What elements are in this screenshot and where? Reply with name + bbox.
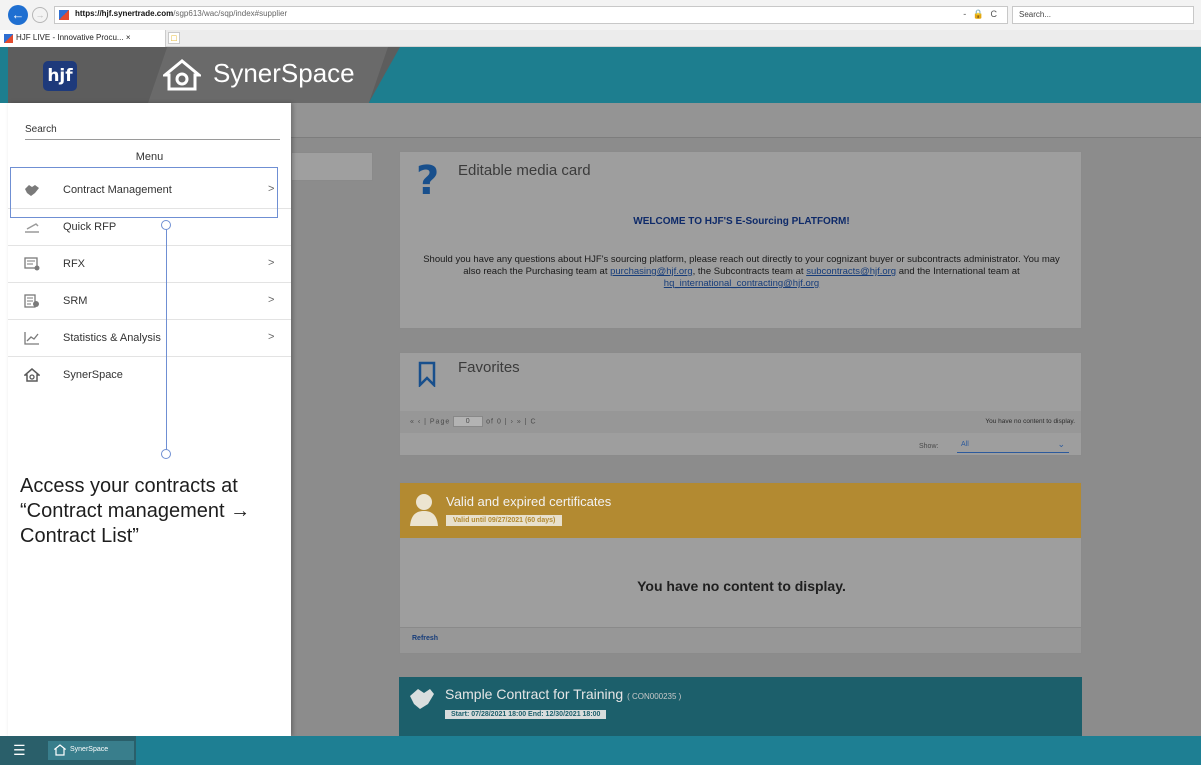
menu-heading: Menu (135, 151, 164, 163)
contract-title: Sample Contract for Training ( CON000235… (445, 686, 682, 702)
chevron-down-icon: ⌄ (1057, 439, 1065, 449)
callout-instruction-text: Access your contracts at “Contract manag… (20, 475, 251, 547)
callout-dot-bottom (161, 449, 171, 459)
person-icon (410, 494, 438, 526)
chart-icon (24, 332, 39, 345)
menu-item-label: RFX (63, 258, 85, 270)
site-favicon-icon (59, 10, 69, 20)
show-select-value: All (961, 441, 969, 448)
pager-label: Page (429, 418, 451, 426)
favorites-pager: « ‹ | Page 0 of 0 | › » | C You have no … (400, 411, 1081, 433)
pager-controls[interactable]: « ‹ | Page 0 of 0 | › » | C (410, 416, 537, 427)
contract-code: ( CON000235 ) (627, 692, 682, 701)
menu-item-statistics-analysis[interactable]: Statistics & Analysis > (8, 320, 291, 357)
contract-management-highlight (10, 167, 278, 218)
favorites-card: Favorites « ‹ | Page 0 of 0 | › » | C Yo… (399, 352, 1082, 456)
url-text: https://hjf.synertrade.com/sgp613/wac/sq… (75, 9, 288, 18)
welcome-heading: WELCOME TO HJF'S E-Sourcing PLATFORM! (633, 216, 850, 227)
chevron-right-icon: > (268, 331, 275, 343)
app-header: hjf SynerSpace (0, 47, 1201, 103)
home-icon[interactable] (163, 59, 201, 91)
chevron-right-icon: > (268, 294, 275, 306)
show-select[interactable]: All ⌄ (957, 439, 1069, 453)
browser-tab-row: HJF LIVE - Innovative Procu... × □ (0, 30, 1201, 47)
address-bar[interactable]: https://hjf.synertrade.com/sgp613/wac/sq… (54, 6, 1008, 24)
menu-item-synerspace[interactable]: SynerSpace (8, 357, 291, 394)
menu-item-rfx[interactable]: RFX > (8, 246, 291, 283)
forward-arrow-icon[interactable]: → (32, 7, 48, 23)
taskbar-app-label: SynerSpace (70, 746, 109, 753)
browser-search-input[interactable]: Search... (1012, 6, 1194, 24)
pager-page-input[interactable]: 0 (453, 416, 484, 427)
certificates-card: Valid and expired certificates Valid unt… (399, 482, 1082, 654)
search-underline (25, 139, 280, 140)
address-controls[interactable]: - 🔒 C (963, 9, 999, 20)
back-arrow-icon[interactable]: ← (8, 5, 28, 25)
menu-item-srm[interactable]: SRM > (8, 283, 291, 320)
left-panel-strip (291, 152, 373, 181)
app-title: SynerSpace (213, 58, 355, 88)
certificates-empty-message: You have no content to display. (637, 578, 846, 594)
new-tab-icon[interactable]: □ (168, 32, 180, 44)
home-icon (54, 744, 66, 756)
menu-item-label: Quick RFP (63, 221, 117, 233)
tab-close-icon[interactable]: × (126, 33, 131, 42)
pager-first-prev-icon[interactable]: « ‹ | (410, 418, 427, 425)
bottom-taskbar: ☰ SynerSpace (0, 736, 1201, 765)
tab-title: HJF LIVE - Innovative Procu... (16, 33, 124, 42)
quick-rfp-icon (25, 223, 39, 233)
editable-media-card: ? Editable media card WELCOME TO HJF'S E… (399, 151, 1082, 329)
hjf-logo[interactable]: hjf (43, 61, 77, 91)
show-label: Show: (919, 443, 939, 450)
hamburger-menu-icon[interactable]: ☰ (13, 743, 27, 757)
rfx-icon (24, 257, 40, 271)
browser-toolbar: ← → https://hjf.synertrade.com/sgp613/wa… (0, 0, 1201, 30)
question-mark-icon: ? (416, 158, 440, 204)
taskbar-synerspace-button[interactable]: SynerSpace (48, 741, 134, 760)
media-card-title: Editable media card (458, 162, 591, 179)
certificates-validity-badge: Valid until 09/27/2021 (60 days) (446, 515, 563, 526)
subcontracts-email-link[interactable]: subcontracts@hjf.org (806, 266, 896, 277)
handshake-icon (410, 689, 434, 709)
callout-dot-top (161, 220, 171, 230)
pager-of-label: of 0 | (486, 418, 508, 426)
certificates-footer: Refresh (400, 627, 1081, 653)
menu-item-label: Statistics & Analysis (63, 332, 161, 344)
menu-item-label: SRM (63, 295, 88, 307)
refresh-link[interactable]: Refresh (412, 635, 438, 642)
purchasing-email-link[interactable]: purchasing@hjf.org (610, 266, 693, 277)
menu-item-label: SynerSpace (63, 369, 123, 381)
favorites-empty-message: You have no content to display. (985, 418, 1075, 425)
sample-contract-card[interactable]: Sample Contract for Training ( CON000235… (399, 677, 1082, 736)
chevron-right-icon: > (268, 257, 275, 269)
favorites-title: Favorites (458, 359, 520, 376)
tab-favicon-icon (4, 34, 13, 43)
international-email-link[interactable]: hq_international_contracting@hjf.org (664, 278, 819, 289)
bookmark-icon (418, 361, 436, 387)
certificates-header: Valid and expired certificates Valid unt… (400, 483, 1081, 538)
srm-icon (24, 294, 39, 308)
browser-tab[interactable]: HJF LIVE - Innovative Procu... × (0, 30, 166, 47)
menu-search-input[interactable]: Search (25, 124, 57, 135)
pager-next-last-icon[interactable]: › » | C (511, 418, 537, 425)
home-icon (24, 368, 40, 382)
callout-connector (166, 227, 167, 454)
welcome-body: Should you have any questions about HJF'… (423, 254, 1060, 289)
contract-dates-badge: Start: 07/28/2021 18:00 End: 12/30/2021 … (445, 710, 607, 719)
certificates-title: Valid and expired certificates (446, 494, 612, 509)
